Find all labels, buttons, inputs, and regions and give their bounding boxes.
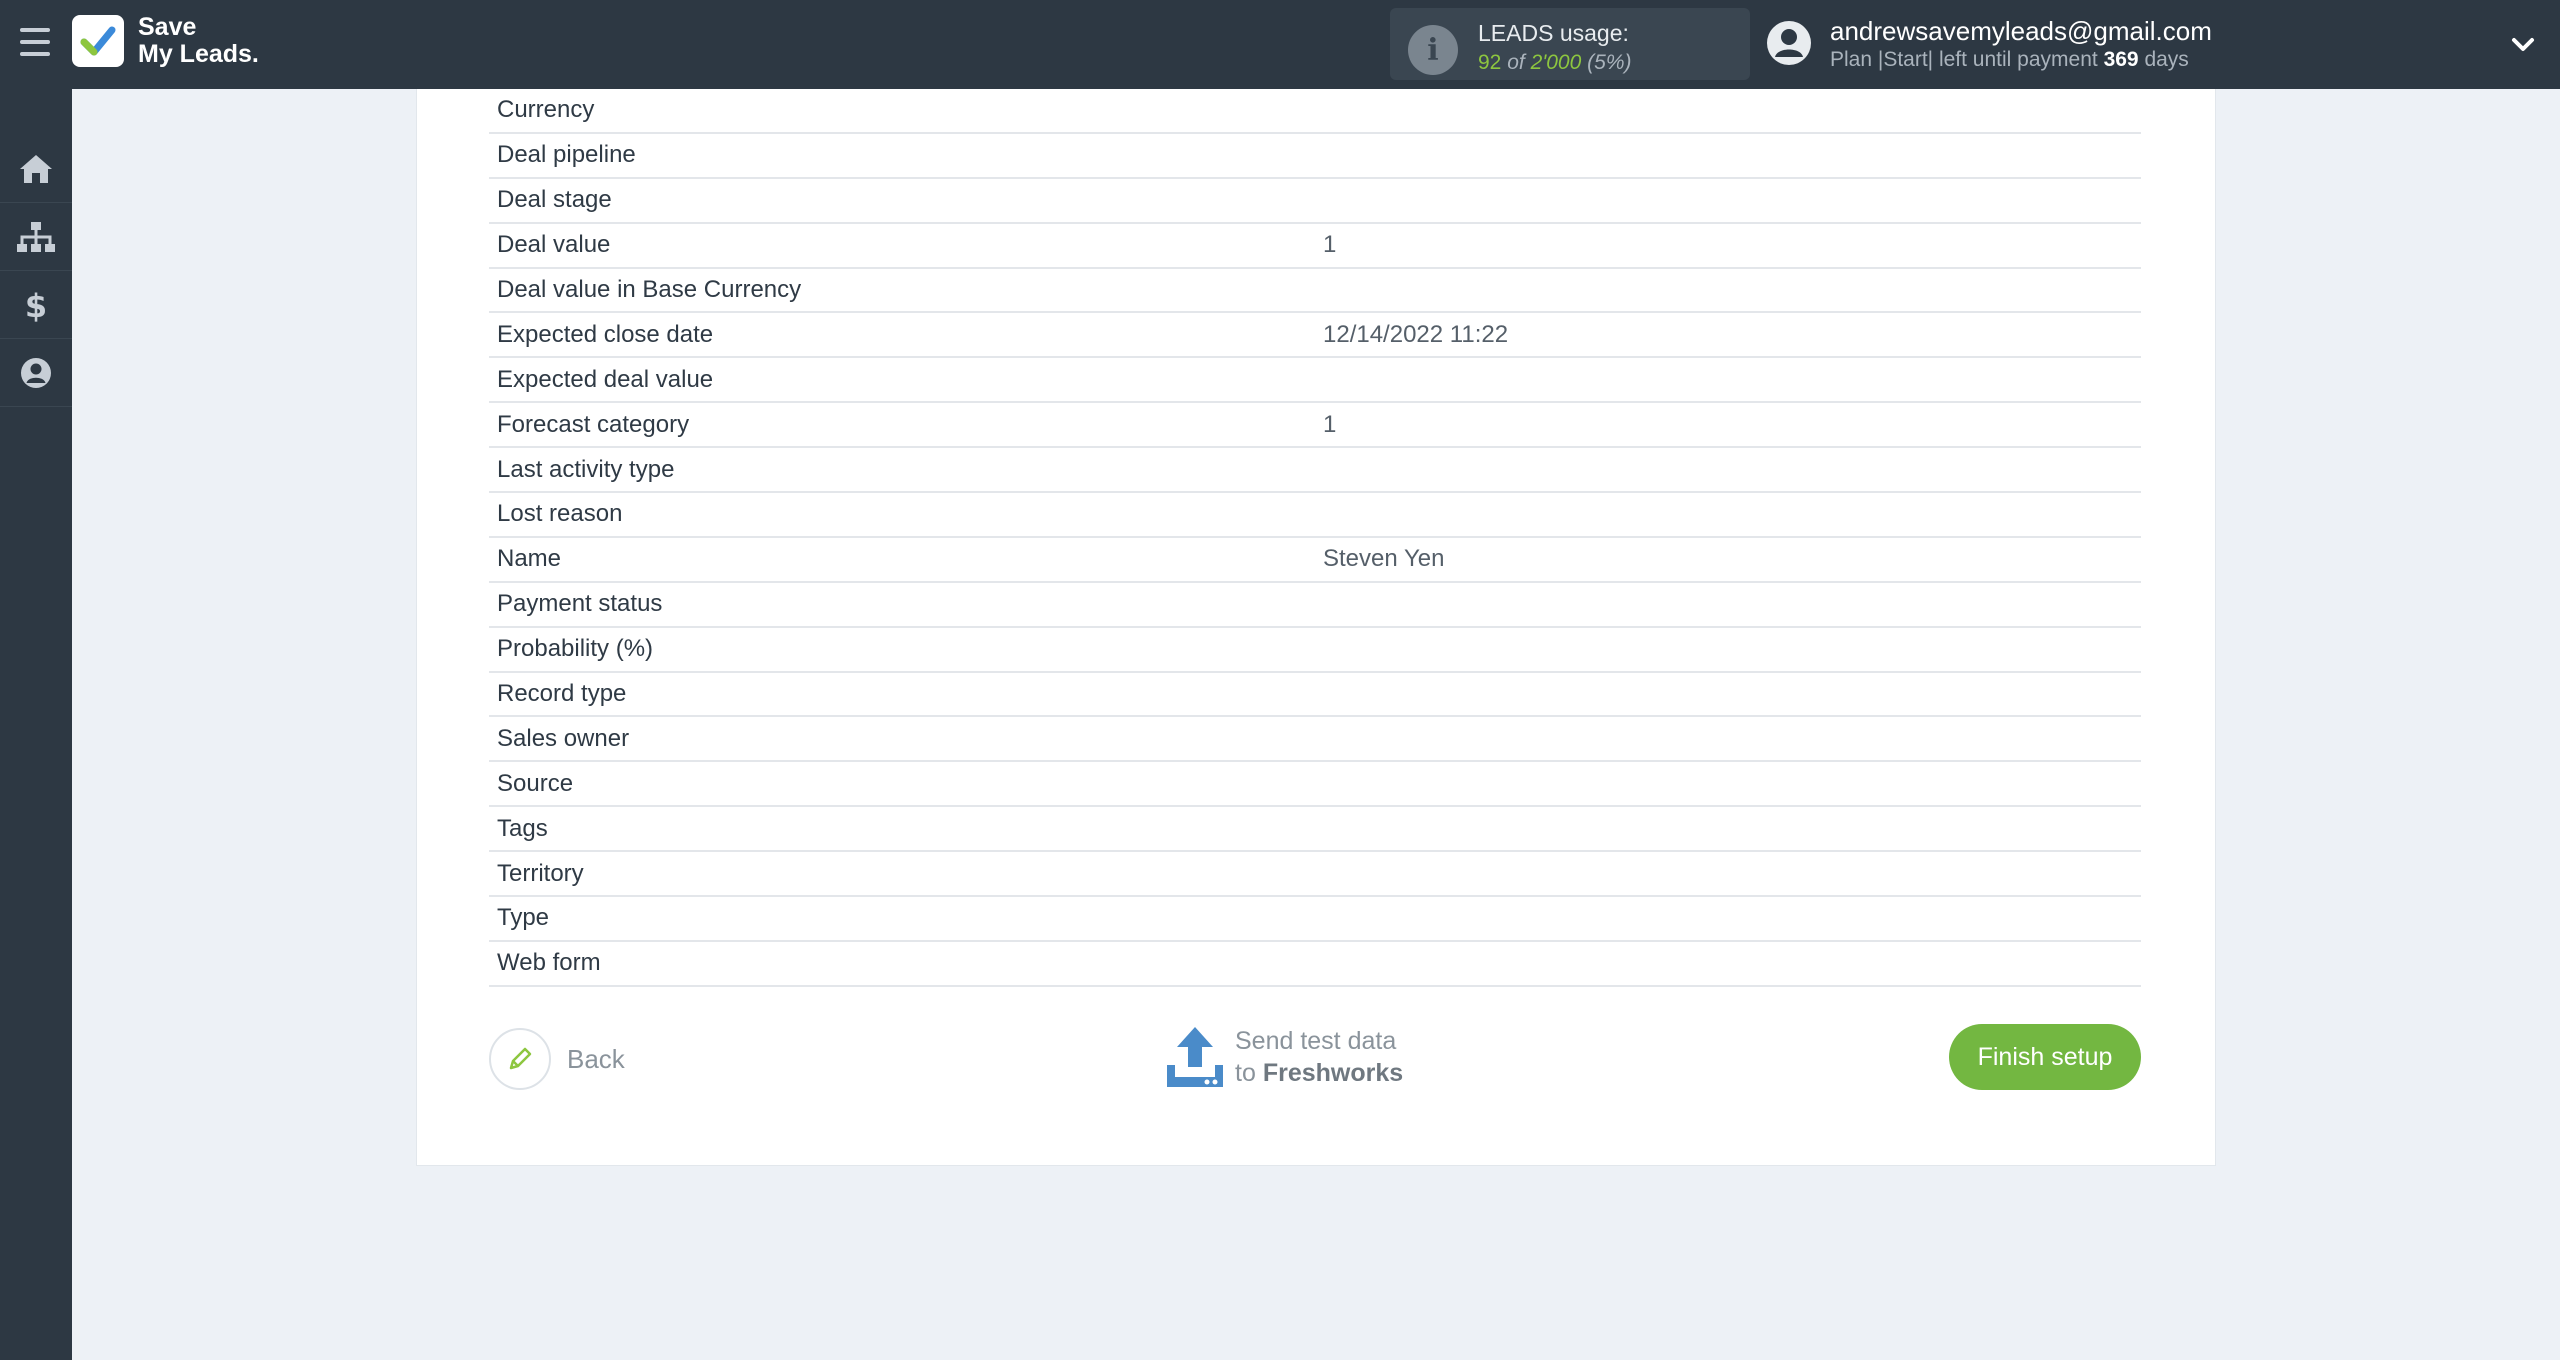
table-row: Probability (%): [489, 628, 2141, 673]
field-label: Deal value: [497, 231, 611, 259]
svg-text:$: $: [25, 287, 47, 323]
send-to: to: [1235, 1059, 1256, 1087]
leads-usage-panel: i LEADS usage: 92 of 2'000 (5%): [1390, 8, 1750, 80]
sidebar-item-profile[interactable]: [0, 339, 72, 407]
app-logo[interactable]: Save My Leads.: [72, 14, 259, 68]
table-row: Payment status: [489, 583, 2141, 628]
account-plan: Plan |Start| left until payment 369 days: [1830, 48, 2189, 72]
field-label: Forecast category: [497, 410, 690, 438]
home-icon: [20, 154, 52, 183]
field-value: 1: [1323, 410, 1337, 438]
field-label: Territory: [497, 859, 584, 887]
top-bar: Save My Leads. i LEADS usage: 92 of 2'00…: [0, 0, 2560, 89]
field-label: Deal value in Base Currency: [497, 276, 802, 303]
usage-count: 92 of 2'000 (5%): [1478, 51, 1631, 75]
table-row: Lost reason: [489, 493, 2141, 538]
field-label: Expected close date: [497, 320, 714, 348]
usage-percent: (5%): [1587, 51, 1632, 74]
send-test-data-button[interactable]: Send test data to Freshworks: [1165, 1023, 1403, 1091]
field-label: Name: [497, 545, 562, 573]
table-row: Record type: [489, 673, 2141, 718]
table-row: Name Steven Yen: [489, 538, 2141, 583]
table-row: Deal stage: [489, 179, 2141, 224]
field-label: Lost reason: [497, 500, 623, 528]
main-card: Currency Deal pipeline Deal stage Deal valu…: [416, 89, 2216, 1166]
table-row: Type: [489, 897, 2141, 942]
table-row: Deal value 1: [489, 224, 2141, 269]
table-row: Sales owner: [489, 717, 2141, 763]
finish-setup-button[interactable]: Finish setup: [1949, 1024, 2141, 1090]
usage-used: 92: [1478, 51, 1502, 74]
plan-prefix: Plan |Start| left until payment: [1830, 48, 2098, 71]
hamburger-menu-icon[interactable]: [20, 28, 50, 56]
field-label: Web form: [497, 949, 601, 977]
send-line-2: to Freshworks: [1235, 1057, 1403, 1089]
table-row: Web form: [489, 942, 2141, 987]
account-email: andrewsavemyleads@gmail.com: [1830, 16, 2212, 46]
pencil-icon: [489, 1028, 551, 1090]
sidebar-item-home[interactable]: [0, 135, 72, 203]
field-label: Source: [497, 769, 574, 797]
table-row: Expected close date 12/14/2022 11:22: [489, 313, 2141, 359]
avatar-icon: [1767, 21, 1811, 65]
fields-table: Currency Deal pipeline Deal stage Deal valu…: [489, 89, 2141, 987]
usage-total: 2'000: [1530, 51, 1582, 74]
send-target: Freshworks: [1262, 1059, 1404, 1087]
send-test-data-label: Send test data to Freshworks: [1235, 1025, 1403, 1089]
sitemap-icon: [17, 221, 55, 252]
field-label: Last activity type: [497, 455, 675, 483]
send-line-1: Send test data: [1235, 1027, 1397, 1055]
field-value: 1: [1323, 231, 1337, 259]
table-row: Deal pipeline: [489, 134, 2141, 179]
logo-line-1: Save: [138, 13, 197, 41]
field-label: Record type: [497, 680, 627, 708]
field-label: Deal pipeline: [497, 141, 636, 169]
table-row: Deal value in Base Currency: [489, 269, 2141, 314]
field-label: Payment status: [497, 590, 663, 618]
sidebar: $: [0, 89, 72, 1360]
field-label: Tags: [497, 814, 548, 842]
user-circle-icon: [21, 357, 51, 388]
sidebar-item-billing[interactable]: $: [0, 271, 72, 339]
sidebar-item-connections[interactable]: [0, 203, 72, 271]
usage-title: LEADS usage:: [1478, 20, 1629, 46]
table-row: Territory: [489, 852, 2141, 898]
dollar-icon: $: [25, 287, 47, 323]
table-row: Expected deal value: [489, 358, 2141, 404]
back-label: Back: [567, 1043, 625, 1074]
field-label: Expected deal value: [497, 365, 714, 393]
logo-line-2: My Leads.: [138, 40, 259, 68]
table-row: Forecast category 1: [489, 403, 2141, 449]
plan-days: 369: [2103, 48, 2139, 71]
back-button[interactable]: Back: [489, 1027, 625, 1091]
plan-suffix: days: [2144, 48, 2189, 71]
usage-of: of: [1507, 51, 1525, 74]
field-label: Type: [497, 904, 550, 932]
field-label: Currency: [497, 96, 595, 124]
field-label: Probability (%): [497, 635, 654, 663]
table-row: Source: [489, 762, 2141, 808]
info-icon[interactable]: i: [1408, 25, 1458, 75]
account-info[interactable]: andrewsavemyleads@gmail.com Plan |Start|…: [1766, 14, 2446, 74]
table-row: Tags: [489, 807, 2141, 853]
field-label: Sales owner: [497, 724, 630, 752]
logo-text: Save My Leads.: [138, 14, 259, 68]
upload-icon: [1167, 1027, 1223, 1087]
table-row: Currency: [489, 89, 2141, 134]
logo-checkmark-icon: [72, 15, 124, 67]
field-value: 12/14/2022 11:22: [1323, 320, 1509, 348]
field-label: Deal stage: [497, 186, 612, 214]
chevron-down-icon[interactable]: [2508, 30, 2538, 60]
footer-actions: Back Send test data to Freshworks Finish…: [489, 1017, 2141, 1097]
field-value: Steven Yen: [1323, 545, 1445, 573]
table-row: Last activity type: [489, 448, 2141, 494]
